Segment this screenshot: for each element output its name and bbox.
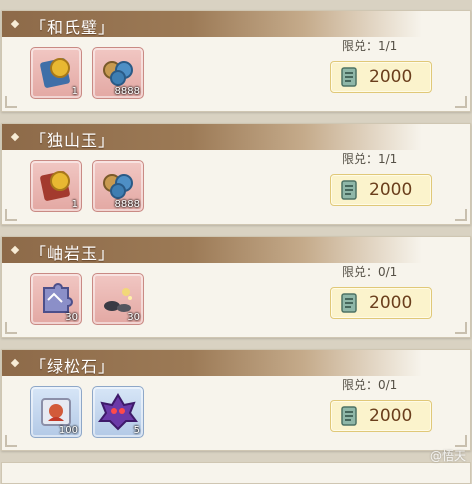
reward-count: 8888 <box>114 199 140 210</box>
reward-count: 30 <box>127 312 140 323</box>
corner-ornament <box>455 322 467 334</box>
price-value: 2000 <box>369 293 413 313</box>
jade-token-icon <box>339 406 359 426</box>
corner-ornament <box>5 96 17 108</box>
exchange-button[interactable]: 2000 <box>330 61 432 93</box>
corner-ornament <box>455 96 467 108</box>
exchange-limit: 限兑：0/1 <box>342 265 398 279</box>
exchange-limit: 限兑：1/1 <box>342 152 398 166</box>
jade-token-icon <box>339 180 359 200</box>
next-shop-item-partial <box>1 462 471 484</box>
reward-count: 100 <box>58 425 78 436</box>
reward-item[interactable]: 1 <box>30 160 82 212</box>
reward-item[interactable]: 8888 <box>92 160 144 212</box>
item-title: 「岫岩玉」 <box>30 244 116 263</box>
title-banner: 「和氏璧」 <box>2 11 422 37</box>
exchange-button[interactable]: 2000 <box>330 287 432 319</box>
jade-token-icon <box>339 67 359 87</box>
watermark: @悟天 <box>429 449 466 463</box>
item-title: 「独山玉」 <box>30 131 116 150</box>
diamond-icon <box>10 132 20 142</box>
title-banner: 「绿松石」 <box>2 350 422 376</box>
reward-item[interactable]: 100 <box>30 386 82 438</box>
shop-item-card: 「和氏璧」 1 8888 限兑：1/1 2000 <box>1 10 471 112</box>
price-value: 2000 <box>369 67 413 87</box>
exchange-button[interactable]: 2000 <box>330 400 432 432</box>
corner-ornament <box>5 209 17 221</box>
price-value: 2000 <box>369 180 413 200</box>
reward-list: 100 5 <box>30 386 144 438</box>
item-title: 「绿松石」 <box>30 357 116 376</box>
jade-token-icon <box>339 293 359 313</box>
corner-ornament <box>5 435 17 447</box>
shop-item-card: 「岫岩玉」 30 30 限兑：0/1 2000 <box>1 236 471 338</box>
exchange-button[interactable]: 2000 <box>330 174 432 206</box>
reward-count: 8888 <box>114 86 140 97</box>
title-banner: 「独山玉」 <box>2 124 422 150</box>
reward-item[interactable]: 30 <box>30 273 82 325</box>
exchange-limit: 限兑：0/1 <box>342 378 398 392</box>
corner-ornament <box>455 435 467 447</box>
diamond-icon <box>10 245 20 255</box>
reward-list: 1 8888 <box>30 160 144 212</box>
reward-count: 30 <box>65 312 78 323</box>
shop-item-card: 「独山玉」 1 8888 限兑：1/1 2000 <box>1 123 471 225</box>
reward-item[interactable]: 8888 <box>92 47 144 99</box>
reward-list: 30 30 <box>30 273 144 325</box>
corner-ornament <box>5 322 17 334</box>
reward-count: 1 <box>71 199 78 210</box>
reward-list: 1 8888 <box>30 47 144 99</box>
diamond-icon <box>10 19 20 29</box>
exchange-limit: 限兑：1/1 <box>342 39 398 53</box>
diamond-icon <box>10 358 20 368</box>
shop-item-card: 「绿松石」 100 5 限兑：0/1 2000 <box>1 349 471 451</box>
price-value: 2000 <box>369 406 413 426</box>
item-title: 「和氏璧」 <box>30 18 116 37</box>
reward-item[interactable]: 5 <box>92 386 144 438</box>
reward-item[interactable]: 1 <box>30 47 82 99</box>
reward-item[interactable]: 30 <box>92 273 144 325</box>
corner-ornament <box>455 209 467 221</box>
title-banner: 「岫岩玉」 <box>2 237 422 263</box>
reward-count: 5 <box>133 425 140 436</box>
reward-count: 1 <box>71 86 78 97</box>
